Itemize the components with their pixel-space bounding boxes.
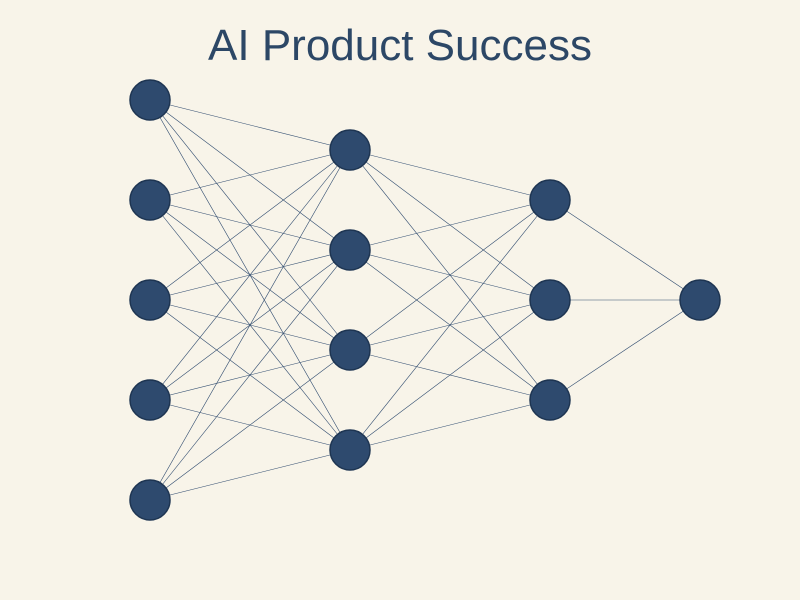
node-layer2-1 [529,279,571,321]
node-layer2-0 [529,179,571,221]
node-layer1-1 [329,229,371,271]
edge-l1n2-l2n0 [349,199,551,351]
edge-l1n3-l2n2 [349,399,551,451]
node-layer0-1 [129,179,171,221]
node-layer0-0 [129,79,171,121]
node-layer0-4 [129,479,171,521]
node-layer1-0 [329,129,371,171]
edge-l0n4-l1n2 [149,349,351,501]
edge-l0n4-l1n1 [149,249,351,501]
edge-l2n2-l3n0 [549,299,701,401]
node-layer0-2 [129,279,171,321]
neural-network-diagram [129,79,721,521]
edge-l2n0-l3n0 [549,199,701,301]
edge-l0n2-l1n0 [149,149,351,301]
edge-l0n0-l1n0 [149,99,351,151]
edges [149,99,701,501]
node-layer1-2 [329,329,371,371]
edge-l0n3-l1n0 [149,149,351,401]
node-layer2-2 [529,379,571,421]
edge-l0n4-l1n3 [149,449,351,501]
node-layer3-0 [679,279,721,321]
edge-l0n1-l1n0 [149,149,351,201]
node-layer1-3 [329,429,371,471]
edge-l0n4-l1n0 [149,149,351,501]
node-layer0-3 [129,379,171,421]
edge-l1n1-l2n0 [349,199,551,251]
edge-l1n3-l2n1 [349,299,551,451]
edge-l1n0-l2n0 [349,149,551,201]
edge-l1n3-l2n0 [349,199,551,451]
